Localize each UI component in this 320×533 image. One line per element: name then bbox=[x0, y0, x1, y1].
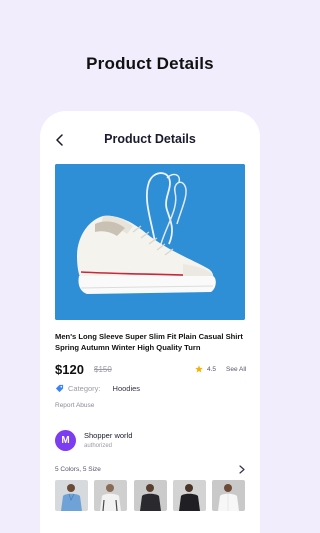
variant-thumbnail[interactable] bbox=[212, 480, 245, 511]
category-value: Hoodies bbox=[112, 384, 141, 393]
variant-thumbnails bbox=[55, 480, 245, 511]
seller-card[interactable]: M Shopper world authorized bbox=[55, 429, 245, 451]
model-black-shirt bbox=[133, 480, 167, 511]
variant-thumbnail[interactable] bbox=[133, 480, 167, 511]
variant-thumbnail[interactable] bbox=[55, 480, 88, 511]
variants-summary: 5 Colors, 5 Size bbox=[55, 465, 101, 473]
category-label: Category: bbox=[68, 384, 101, 393]
seller-info: Shopper world authorized bbox=[84, 431, 132, 449]
product-name: Men's Long Sleeve Super Slim Fit Plain C… bbox=[55, 332, 243, 352]
star-icon bbox=[195, 365, 203, 373]
sneaker-image bbox=[55, 164, 245, 320]
seller-initial: M bbox=[61, 434, 70, 446]
variant-thumbnail[interactable] bbox=[172, 480, 206, 511]
seller-avatar: M bbox=[55, 429, 76, 451]
report-abuse-link[interactable]: Report Abuse bbox=[55, 402, 94, 409]
product-old-price: $150 bbox=[94, 365, 112, 374]
page-title: Product Details bbox=[104, 132, 196, 146]
model-gray-shirt bbox=[94, 480, 128, 511]
variant-thumbnail[interactable] bbox=[94, 480, 128, 511]
tag-icon bbox=[55, 384, 64, 393]
seller-name: Shopper world bbox=[84, 431, 133, 440]
product-rating: 4.5 See All bbox=[195, 365, 246, 373]
banner-title: Product Details bbox=[86, 54, 214, 73]
seller-status: authorized bbox=[84, 443, 113, 449]
product-image[interactable] bbox=[55, 164, 245, 320]
phone-screen: Product Details Men's Long Sleeve Super … bbox=[40, 111, 260, 533]
rating-value: 4.5 bbox=[207, 365, 217, 373]
variants-row[interactable]: 5 Colors, 5 Size bbox=[55, 463, 245, 475]
model-white-shirt-2 bbox=[212, 480, 245, 511]
see-all-reviews-link[interactable]: See All bbox=[226, 366, 246, 373]
app-header: Product Details bbox=[40, 129, 260, 151]
product-category: Category: Hoodies bbox=[55, 384, 140, 393]
chevron-right-icon bbox=[239, 464, 245, 474]
model-black-shirt-2 bbox=[172, 480, 206, 511]
model-white-shirt bbox=[55, 480, 88, 511]
product-price: $120 bbox=[55, 362, 84, 377]
